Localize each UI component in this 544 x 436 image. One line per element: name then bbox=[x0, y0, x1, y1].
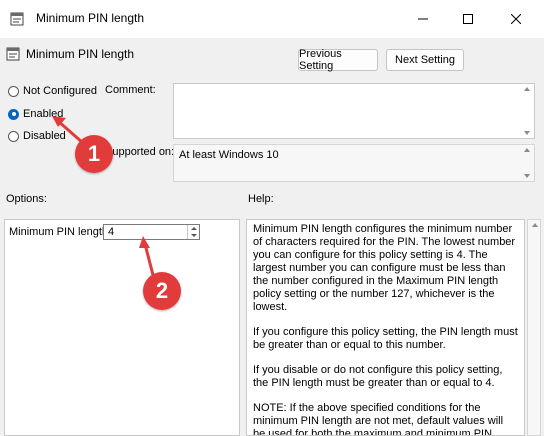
arrow-2-head bbox=[139, 236, 150, 248]
step-marker-1: 1 bbox=[75, 135, 113, 173]
arrow-2 bbox=[143, 243, 155, 276]
annotation-arrows bbox=[52, 116, 155, 276]
step-marker-2: 2 bbox=[143, 272, 181, 310]
arrow-1 bbox=[57, 119, 84, 145]
